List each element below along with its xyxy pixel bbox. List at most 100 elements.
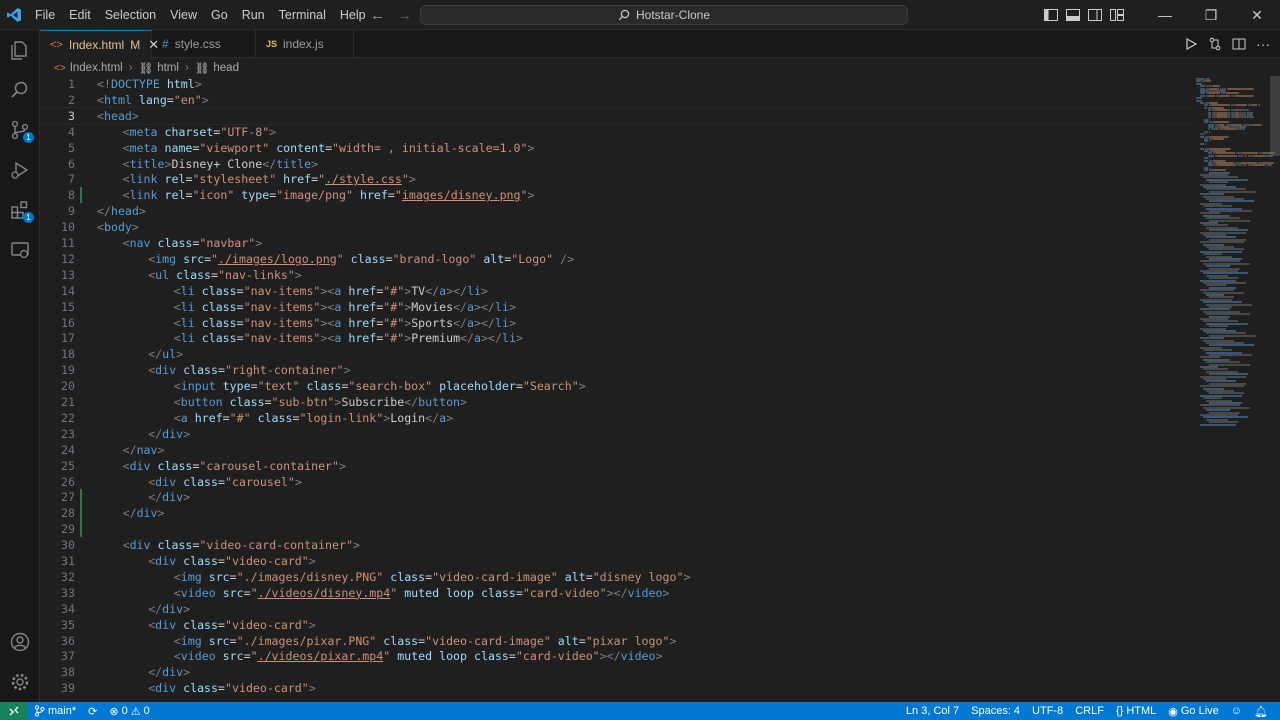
gutter-change-indicator[interactable] bbox=[80, 505, 82, 522]
code-line[interactable]: 4 <meta charset="UTF-8"> bbox=[40, 124, 1190, 140]
code-line[interactable]: 22 <a href="#" class="login-link">Login</… bbox=[40, 410, 1190, 426]
notifications-bell-icon[interactable]: 🔔︎ bbox=[1248, 702, 1274, 720]
scrollbar-thumb[interactable] bbox=[1270, 76, 1280, 156]
search-sidebar-icon[interactable] bbox=[0, 70, 40, 110]
code-line[interactable]: 24 </nav> bbox=[40, 442, 1190, 458]
menu-terminal[interactable]: Terminal bbox=[272, 0, 333, 30]
go-live-button[interactable]: ◉ Go Live bbox=[1162, 702, 1225, 720]
tab-index-js[interactable]: JS index.js bbox=[256, 30, 354, 58]
accounts-icon[interactable] bbox=[0, 622, 40, 662]
toggle-primary-sidebar-icon[interactable] bbox=[1040, 0, 1062, 30]
code-line[interactable]: 33 <video src="./videos/disney.mp4" muted… bbox=[40, 585, 1190, 601]
menu-view[interactable]: View bbox=[163, 0, 204, 30]
code-line[interactable]: 11 <nav class="navbar"> bbox=[40, 235, 1190, 251]
menu-edit[interactable]: Edit bbox=[62, 0, 98, 30]
extensions-icon[interactable]: 1 bbox=[0, 190, 40, 230]
code-line[interactable]: 25 <div class="carousel-container"> bbox=[40, 458, 1190, 474]
code-line[interactable]: 3 <head> bbox=[40, 106, 1190, 125]
code-line[interactable]: 27 </div> bbox=[40, 489, 1190, 506]
close-window-icon[interactable]: ✕ bbox=[1234, 0, 1280, 30]
forward-arrow-icon[interactable]: → bbox=[397, 7, 412, 24]
run-icon[interactable] bbox=[1184, 37, 1198, 51]
code-line[interactable]: 37 <video src="./videos/pixar.mp4" muted … bbox=[40, 648, 1190, 664]
minimap-line bbox=[1219, 164, 1236, 167]
code-line[interactable]: 2 <html lang="en"> bbox=[40, 92, 1190, 108]
eol-status[interactable]: CRLF bbox=[1069, 702, 1110, 720]
minimize-icon[interactable]: — bbox=[1142, 0, 1188, 30]
remote-indicator-icon[interactable] bbox=[0, 702, 28, 720]
code-line[interactable]: 18 </ul> bbox=[40, 346, 1190, 362]
run-debug-icon[interactable] bbox=[0, 150, 40, 190]
code-line[interactable]: 19 <div class="right-container"> bbox=[40, 362, 1190, 378]
cursor-position[interactable]: Ln 3, Col 7 bbox=[900, 702, 965, 720]
code-line[interactable]: 5 <meta name="viewport" content="width= ,… bbox=[40, 140, 1190, 156]
code-line[interactable]: 7 <link rel="stylesheet" href="./style.cs… bbox=[40, 171, 1190, 187]
menu-selection[interactable]: Selection bbox=[98, 0, 163, 30]
gutter-change-indicator[interactable] bbox=[80, 521, 82, 538]
command-center-search[interactable]: Hotstar-Clone bbox=[420, 5, 908, 25]
code-editor[interactable]: 1 <!DOCTYPE html> 2 <html lang="en"> 3 <head>… bbox=[40, 76, 1190, 702]
explorer-icon[interactable] bbox=[0, 30, 40, 70]
split-editor-icon[interactable] bbox=[1232, 37, 1246, 51]
menu-run[interactable]: Run bbox=[235, 0, 272, 30]
language-mode[interactable]: {} HTML bbox=[1110, 702, 1162, 720]
settings-gear-icon[interactable] bbox=[0, 662, 40, 702]
code-line[interactable]: 21 <button class="sub-btn">Subscribe</but… bbox=[40, 394, 1190, 410]
back-arrow-icon[interactable]: ← bbox=[370, 7, 385, 24]
code-line[interactable]: 38 </div> bbox=[40, 664, 1190, 680]
customize-layout-icon[interactable] bbox=[1106, 0, 1128, 30]
code-line[interactable]: 10 <body> bbox=[40, 219, 1190, 235]
code-line[interactable]: 29 bbox=[40, 521, 1190, 538]
breadcrumb-html[interactable]: html bbox=[157, 62, 179, 74]
code-line[interactable]: 39 <div class="video-card"> bbox=[40, 680, 1190, 696]
sync-status[interactable]: ⟳ bbox=[82, 702, 103, 720]
breadcrumb-head[interactable]: head bbox=[213, 62, 239, 74]
minimap[interactable] bbox=[1190, 76, 1276, 702]
problems-status[interactable]: ⊗ 0 ⚠ 0 bbox=[103, 702, 155, 720]
encoding-status[interactable]: UTF-8 bbox=[1026, 702, 1069, 720]
gutter-change-indicator[interactable] bbox=[80, 187, 82, 204]
code-line[interactable]: 16 <li class="nav-items"><a href="#">Spor… bbox=[40, 315, 1190, 331]
vscode-logo-icon[interactable] bbox=[0, 0, 28, 30]
menu-file[interactable]: File bbox=[28, 0, 62, 30]
code-line[interactable]: 36 <img src="./images/pixar.PNG" class="v… bbox=[40, 633, 1190, 649]
indentation-status[interactable]: Spaces: 4 bbox=[965, 702, 1026, 720]
more-actions-icon[interactable]: ··· bbox=[1256, 36, 1270, 52]
code-line[interactable]: 15 <li class="nav-items"><a href="#">Movi… bbox=[40, 299, 1190, 315]
editor-scrollbar[interactable] bbox=[1268, 76, 1280, 702]
code-line[interactable]: 9 </head> bbox=[40, 203, 1190, 219]
code-line[interactable]: 34 </div> bbox=[40, 601, 1190, 617]
code-line[interactable]: 31 <div class="video-card"> bbox=[40, 553, 1190, 569]
code-line[interactable]: 32 <img src="./images/disney.PNG" class="… bbox=[40, 569, 1190, 585]
compare-changes-icon[interactable] bbox=[1208, 37, 1222, 51]
toggle-panel-icon[interactable] bbox=[1062, 0, 1084, 30]
code-line[interactable]: 28 </div> bbox=[40, 505, 1190, 522]
menu-help[interactable]: Help bbox=[333, 0, 373, 30]
remote-explorer-icon[interactable] bbox=[0, 230, 40, 270]
tab-index-html[interactable]: <> Index.html M ✕ bbox=[40, 30, 159, 59]
breadcrumb-file[interactable]: Index.html bbox=[70, 62, 123, 74]
maximize-icon[interactable]: ❐ bbox=[1188, 0, 1234, 30]
gutter-change-indicator[interactable] bbox=[80, 489, 82, 506]
code-line[interactable]: 20 <input type="text" class="search-box" … bbox=[40, 378, 1190, 394]
code-line[interactable]: 1 <!DOCTYPE html> bbox=[40, 76, 1190, 92]
code-line[interactable]: 35 <div class="video-card"> bbox=[40, 617, 1190, 633]
code-line[interactable]: 12 <img src="./images/logo.png" class="br… bbox=[40, 251, 1190, 267]
code-line[interactable]: 30 <div class="video-card-container"> bbox=[40, 537, 1190, 553]
code-line[interactable]: 13 <ul class="nav-links"> bbox=[40, 267, 1190, 283]
line-number: 19 bbox=[61, 363, 75, 378]
code-token: class bbox=[229, 395, 265, 409]
code-line[interactable]: 26 <div class="carousel"> bbox=[40, 474, 1190, 490]
toggle-secondary-sidebar-icon[interactable] bbox=[1084, 0, 1106, 30]
code-line[interactable]: 23 </div> bbox=[40, 426, 1190, 442]
source-control-icon[interactable]: 1 bbox=[0, 110, 40, 150]
tab-style-css[interactable]: # style.css bbox=[152, 30, 256, 58]
copilot-icon[interactable]: ☺ bbox=[1225, 702, 1248, 720]
code-line[interactable]: 17 <li class="nav-items"><a href="#">Prem… bbox=[40, 330, 1190, 346]
code-token: > bbox=[183, 601, 191, 616]
code-line[interactable]: 6 <title>Disney+ Clone</title> bbox=[40, 156, 1190, 172]
code-line[interactable]: 14 <li class="nav-items"><a href="#">TV</… bbox=[40, 283, 1190, 299]
menu-go[interactable]: Go bbox=[204, 0, 235, 30]
code-line[interactable]: 8 <link rel="icon" type="image/png" href=… bbox=[40, 187, 1190, 204]
branch-status[interactable]: main* bbox=[28, 702, 82, 720]
